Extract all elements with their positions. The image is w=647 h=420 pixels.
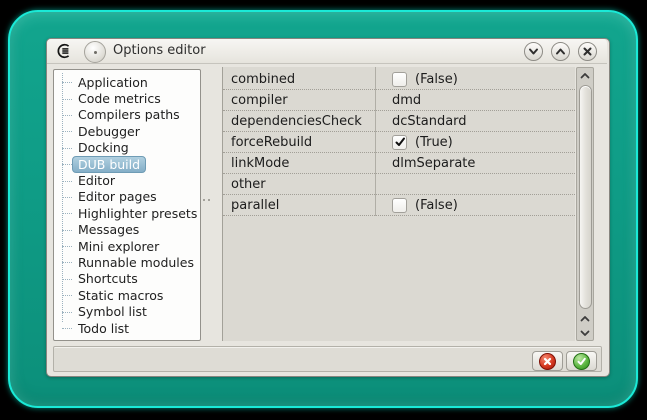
sidebar-item-label: Messages (78, 222, 140, 238)
chevron-down-icon (526, 44, 541, 59)
accept-button[interactable] (566, 351, 597, 371)
checkbox[interactable] (392, 71, 407, 87)
sidebar-item-static-macros[interactable]: Static macros (54, 287, 200, 303)
property-value[interactable]: (True) (383, 134, 575, 150)
sidebar-item-shortcuts[interactable]: Shortcuts (54, 271, 200, 287)
property-value[interactable]: dlmSeparate (383, 156, 575, 171)
titlebar[interactable]: Options editor (47, 39, 607, 64)
options-editor-window: Options editor Application Code metrics … (46, 38, 610, 377)
property-row[interactable]: combined (False) (223, 69, 575, 90)
scroll-down-button[interactable] (578, 326, 592, 339)
sidebar-item-label: Debugger (78, 123, 140, 139)
close-icon (580, 44, 595, 59)
sidebar-item-compilers-paths[interactable]: Compilers paths (54, 107, 200, 123)
window-menu-button[interactable] (84, 41, 106, 63)
sidebar-item-label: Shortcuts (78, 271, 138, 287)
property-row[interactable]: forceRebuild (True) (223, 132, 575, 153)
sidebar-item-label: DUB build (72, 155, 147, 173)
sidebar-item-application[interactable]: Application (54, 74, 200, 90)
sidebar-item-runnable-modules[interactable]: Runnable modules (54, 254, 200, 270)
sidebar-item-debugger[interactable]: Debugger (54, 123, 200, 139)
property-value-text: dlmSeparate (392, 155, 476, 171)
scroll-up-button[interactable] (578, 69, 592, 82)
sidebar-item-highlighter-presets[interactable]: Highlighter presets (54, 205, 200, 221)
property-row[interactable]: other (223, 174, 575, 195)
property-grid: combined (False) compiler dmd dependenci… (222, 67, 575, 341)
property-value-text: (True) (415, 134, 453, 150)
sidebar-item-label: Symbol list (78, 304, 147, 320)
property-row[interactable]: linkMode dlmSeparate (223, 153, 575, 174)
property-value[interactable]: (False) (383, 71, 575, 87)
sidebar-item-label: Static macros (78, 287, 164, 303)
sidebar-item-label: Todo list (78, 320, 130, 336)
splitter-handle[interactable] (203, 199, 211, 203)
desktop-background: Options editor Application Code metrics … (0, 0, 647, 420)
sidebar-item-messages[interactable]: Messages (54, 222, 200, 238)
category-tree-items: Application Code metrics Compilers paths… (54, 70, 200, 336)
property-name: linkMode (231, 155, 290, 171)
chevron-up-icon (553, 44, 568, 59)
sidebar-item-label: Highlighter presets (78, 205, 198, 221)
sidebar-item-mini-explorer[interactable]: Mini explorer (54, 238, 200, 254)
window-controls (524, 42, 597, 61)
sidebar-item-label: Editor (78, 173, 115, 189)
property-name: other (231, 176, 266, 192)
property-row[interactable]: dependenciesCheck dcStandard (223, 111, 575, 132)
chevron-down-icon (579, 323, 591, 342)
footer-bar (53, 346, 602, 372)
sidebar-item-docking[interactable]: Docking (54, 140, 200, 156)
sidebar-item-label: Code metrics (78, 91, 161, 107)
sidebar-item-todo-list[interactable]: Todo list (54, 320, 200, 336)
red-cross-icon (539, 352, 556, 370)
sidebar-item-dub-build[interactable]: DUB build (54, 155, 200, 173)
property-row[interactable]: parallel (False) (223, 195, 575, 216)
chevron-up-icon (579, 66, 591, 85)
vertical-scrollbar[interactable] (576, 67, 594, 341)
close-button[interactable] (578, 42, 597, 61)
sidebar-item-symbol-list[interactable]: Symbol list (54, 303, 200, 319)
property-name: compiler (231, 92, 288, 108)
sidebar-item-label: Docking (78, 140, 129, 156)
property-value[interactable]: (False) (383, 197, 575, 213)
property-name: parallel (231, 197, 280, 213)
sidebar-item-editor[interactable]: Editor (54, 172, 200, 188)
scrollbar-thumb[interactable] (578, 85, 592, 309)
cancel-button[interactable] (532, 351, 563, 371)
green-check-icon (573, 352, 590, 370)
sidebar-item-label: Compilers paths (78, 107, 180, 123)
coedit-app-icon (56, 43, 72, 59)
property-name: combined (231, 71, 296, 87)
sidebar-item-editor-pages[interactable]: Editor pages (54, 189, 200, 205)
property-value[interactable]: dmd (383, 93, 575, 108)
property-value-text: dcStandard (392, 113, 467, 129)
property-value-text: (False) (415, 71, 458, 87)
property-name: forceRebuild (231, 134, 313, 150)
property-rows: combined (False) compiler dmd dependenci… (223, 69, 575, 216)
property-name: dependenciesCheck (231, 113, 362, 129)
sidebar-item-label: Mini explorer (78, 238, 160, 254)
property-row[interactable]: compiler dmd (223, 90, 575, 111)
sidebar-item-label: Editor pages (78, 189, 157, 205)
checkbox[interactable] (392, 197, 407, 213)
window-title: Options editor (113, 43, 206, 58)
property-value-text: dmd (392, 92, 422, 108)
property-value-text: (False) (415, 197, 458, 213)
sidebar-item-label: Runnable modules (78, 254, 194, 270)
category-tree-panel: Application Code metrics Compilers paths… (53, 69, 201, 341)
sidebar-item-label: Application (78, 74, 148, 90)
shade-button[interactable] (524, 42, 543, 61)
sidebar-item-code-metrics[interactable]: Code metrics (54, 90, 200, 106)
unshade-button[interactable] (551, 42, 570, 61)
property-value[interactable]: dcStandard (383, 114, 575, 129)
checkbox[interactable] (392, 134, 407, 150)
